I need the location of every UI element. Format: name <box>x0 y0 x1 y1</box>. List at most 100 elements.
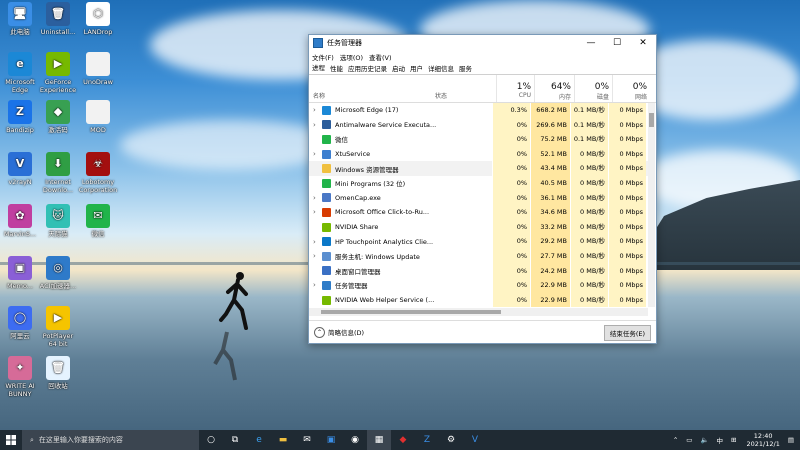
column-disk[interactable]: 0% 磁盘 <box>574 75 612 102</box>
tray-overflow-icon[interactable]: ⌃ <box>673 436 678 444</box>
desktop-icon[interactable]: UnoDraw <box>78 52 118 86</box>
desktop-icon[interactable]: ⬇ Internet Downlo... <box>38 152 78 194</box>
desktop-icon[interactable]: ☣ Lobotomy Corporation <box>78 152 118 194</box>
desktop-icon[interactable]: 🐱 天际猫 <box>38 204 78 238</box>
column-memory[interactable]: 64% 内存 <box>534 75 574 102</box>
maximize-button[interactable]: ☐ <box>604 35 630 51</box>
menu-file[interactable]: 文件(F) <box>312 52 334 62</box>
vertical-scrollbar[interactable] <box>648 103 655 307</box>
less-details-button[interactable]: ⌃ 简略信息(D) <box>314 326 364 338</box>
desktop-icon[interactable]: ▶ PotPlayer 64 bit <box>38 306 78 348</box>
desktop-icon[interactable]: MOD <box>78 100 118 134</box>
desktop-icon[interactable]: ▶ GeForce Experience <box>38 52 78 94</box>
menu-view[interactable]: 查看(V) <box>369 52 392 62</box>
desktop-icon[interactable]: e Microsoft Edge <box>0 52 40 94</box>
expand-chevron-icon[interactable]: › <box>313 121 322 129</box>
process-cpu: 0% <box>492 190 530 206</box>
process-row[interactable]: NVIDIA Web Helper Service (... 0% 22.9 MB 0… <box>309 292 648 307</box>
tab-services[interactable]: 服务 <box>459 63 472 74</box>
tab-performance[interactable]: 性能 <box>330 63 343 74</box>
desktop-icon[interactable]: ◎ ACI加速器... <box>38 256 78 290</box>
mail-icon[interactable]: ✉ <box>295 430 319 450</box>
process-name-cell: Windows 资源管理器 <box>309 164 492 174</box>
process-row[interactable]: › XtuService 0% 52.1 MB 0 MB/秒 0 Mbps <box>309 146 648 162</box>
menu-options[interactable]: 选项(O) <box>340 52 363 62</box>
process-row[interactable]: › Antimalware Service Executa... 0% 269.6 M… <box>309 117 648 133</box>
desktop-icon[interactable]: ▣ Memo... <box>0 256 40 290</box>
minimize-button[interactable]: — <box>578 35 604 51</box>
taskbar-search-box[interactable]: ⌕ 在这里输入你要搜索的内容 <box>22 430 199 450</box>
network-icon[interactable]: ▭ <box>686 436 692 444</box>
desktop-icon[interactable]: Vv2rayN <box>0 152 40 186</box>
expand-chevron-icon[interactable]: › <box>313 106 322 114</box>
tab-users[interactable]: 用户 <box>410 63 423 74</box>
scroll-thumb[interactable] <box>321 310 501 314</box>
process-row[interactable]: › Microsoft Office Click-to-Ru... 0% 34.6 M… <box>309 205 648 220</box>
process-name: NVIDIA Web Helper Service (... <box>335 296 435 305</box>
tab-processes[interactable]: 进程 <box>312 62 325 74</box>
desktop-icon-label: 天际猫 <box>48 230 68 238</box>
start-button[interactable] <box>0 430 22 450</box>
task-manager-window[interactable]: 任务管理器 — ☐ ✕ 文件(F) 选项(O) 查看(V) 进程 性能 应用历史… <box>308 34 657 344</box>
process-row[interactable]: › HP Touchpoint Analytics Clie... 0% 29.2 M… <box>309 234 648 249</box>
desktop-icon[interactable]: ✿ MarvinS... <box>0 204 40 238</box>
expand-chevron-icon[interactable]: › <box>313 208 322 216</box>
process-disk: 0.1 MB/秒 <box>570 103 608 118</box>
column-status[interactable]: 状态 <box>435 75 496 102</box>
desktop-icon[interactable]: ⬡ LANDrop <box>78 2 118 36</box>
title-bar[interactable]: 任务管理器 — ☐ ✕ <box>309 35 656 51</box>
expand-chevron-icon[interactable]: › <box>313 238 322 246</box>
column-name[interactable]: 名称 <box>309 75 435 102</box>
expand-chevron-icon[interactable]: › <box>313 252 322 260</box>
process-cpu: 0% <box>492 175 530 191</box>
task-view-icon[interactable]: ⧉ <box>223 430 247 450</box>
lanyard-app-icon[interactable]: ◉ <box>343 430 367 450</box>
desktop-icon[interactable]: 🖥 此电脑 <box>0 2 40 36</box>
tab-startup[interactable]: 启动 <box>392 63 405 74</box>
ime-mode-icon[interactable]: ⊞ <box>731 436 736 444</box>
column-cpu[interactable]: 1% CPU <box>496 75 534 102</box>
close-button[interactable]: ✕ <box>630 35 656 51</box>
expand-chevron-icon[interactable]: › <box>313 194 322 202</box>
desktop-icon[interactable]: ◆ 激活码 <box>38 100 78 134</box>
task-manager-taskbar-icon[interactable]: ▦ <box>367 430 391 450</box>
notification-icon[interactable]: ▤ <box>788 436 794 444</box>
clock[interactable]: 12:40 2021/12/1 <box>747 432 780 448</box>
process-row[interactable]: › 服务主机: Windows Update 0% 27.7 MB 0 MB/秒 0 Mb… <box>309 248 648 264</box>
tab-app-history[interactable]: 应用历史记录 <box>348 63 387 74</box>
column-network[interactable]: 0% 网络 <box>612 75 650 102</box>
ime-indicator[interactable]: 中 <box>717 435 724 445</box>
bandizip-taskbar-icon[interactable]: Z <box>415 430 439 450</box>
desktop-icon[interactable]: Z Bandizip <box>0 100 40 134</box>
process-row[interactable]: NVIDIA Share 0% 33.2 MB 0 MB/秒 0 Mbps <box>309 219 648 235</box>
process-row[interactable]: 桌面窗口管理器 0% 24.2 MB 0 MB/秒 0 Mbps <box>309 263 648 279</box>
process-row[interactable]: 微信 0% 75.2 MB 0.1 MB/秒 0 Mbps <box>309 132 648 147</box>
network-total: 0% <box>632 82 647 92</box>
desktop-icon[interactable]: 🗑 Uninstall... <box>38 2 78 36</box>
desktop-icon-label: 阿里云 <box>10 332 30 340</box>
v2ray-taskbar-icon[interactable]: V <box>463 430 487 450</box>
edge-icon[interactable]: e <box>247 430 271 450</box>
store-icon[interactable]: ▣ <box>319 430 343 450</box>
process-row[interactable]: Mini Programs (32 位) 0% 40.5 MB 0 MB/秒 0 Mbp… <box>309 175 648 191</box>
tab-details[interactable]: 详细信息 <box>428 63 454 74</box>
process-row[interactable]: Windows 资源管理器 0% 43.4 MB 0 MB/秒 0 Mbps <box>309 161 648 176</box>
process-row[interactable]: › OmenCap.exe 0% 36.1 MB 0 MB/秒 0 Mbps <box>309 190 648 206</box>
desktop-icon[interactable]: ✦ WRITE AI BUNNY <box>0 356 40 398</box>
file-explorer-icon[interactable]: ▬ <box>271 430 295 450</box>
horizontal-scrollbar[interactable] <box>309 308 648 316</box>
expand-chevron-icon[interactable]: › <box>313 281 322 289</box>
expand-chevron-icon[interactable]: › <box>313 150 322 158</box>
desktop-icon[interactable]: 🗑 回收站 <box>38 356 78 390</box>
process-memory: 52.1 MB <box>530 146 570 162</box>
desktop-icon[interactable]: ✉ 微信 <box>78 204 118 238</box>
volume-icon[interactable]: 🔈 <box>700 436 708 444</box>
end-task-button[interactable]: 结束任务(E) <box>603 325 651 341</box>
desktop-icon[interactable]: ◯ 阿里云 <box>0 306 40 340</box>
scroll-thumb[interactable] <box>649 113 654 127</box>
steam-icon[interactable]: ⚙ <box>439 430 463 450</box>
process-row[interactable]: › Microsoft Edge (17) 0.3% 668.2 MB 0.1 MB/秒… <box>309 103 648 118</box>
red-diamond-app-icon[interactable]: ◆ <box>391 430 415 450</box>
process-row[interactable]: › 任务管理器 0% 22.9 MB 0 MB/秒 0 Mbps <box>309 278 648 293</box>
cortana-icon[interactable]: ○ <box>199 430 223 450</box>
